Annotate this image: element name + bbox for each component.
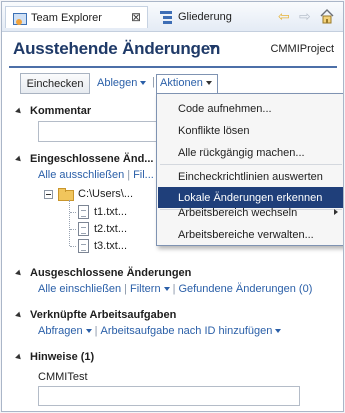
included-links: Alle ausschließen | Fil... bbox=[38, 169, 154, 181]
list-item[interactable]: t1.txt... bbox=[78, 205, 127, 219]
menu-item-label: Eincheckrichtlinien auswerten bbox=[178, 170, 323, 183]
section-notes-header[interactable]: Hinweise (1) bbox=[15, 351, 95, 363]
project-name[interactable]: CMMIProject bbox=[270, 43, 334, 55]
outline-icon bbox=[159, 10, 173, 24]
submenu-arrow-icon bbox=[334, 209, 338, 215]
menu-item-alle-rueckgaengig[interactable]: Alle rückgängig machen... bbox=[158, 142, 343, 163]
chevron-down-icon[interactable] bbox=[275, 329, 282, 334]
collapse-expander-icon[interactable] bbox=[44, 189, 53, 199]
collapse-triangle-icon[interactable] bbox=[15, 155, 23, 163]
menu-item-label: Code aufnehmen... bbox=[178, 102, 272, 115]
collapse-triangle-icon[interactable] bbox=[15, 311, 23, 319]
tree-connector bbox=[70, 246, 76, 247]
back-arrow-icon[interactable]: ⇦ bbox=[278, 9, 290, 23]
menu-item-label: Arbeitsbereich wechseln bbox=[178, 206, 298, 219]
note-input[interactable] bbox=[38, 386, 300, 406]
team-explorer-window: Team Explorer ⊠ Gliederung ⇦ ⇨ Ausstehen… bbox=[1, 1, 344, 412]
section-workitems-header[interactable]: Verknüpfte Arbeitsaufgaben bbox=[15, 309, 177, 321]
include-all-link[interactable]: Alle einschließen bbox=[38, 283, 121, 295]
tab-strip: Team Explorer ⊠ Gliederung ⇦ ⇨ bbox=[2, 2, 343, 32]
file-name: t1.txt... bbox=[94, 206, 128, 218]
menu-item-eincheckrichtlinien[interactable]: Eincheckrichtlinien auswerten bbox=[158, 166, 343, 187]
menu-item-arbeitsbereich-wechseln[interactable]: Arbeitsbereich wechseln bbox=[158, 202, 343, 223]
checkin-button-label: Einchecken bbox=[26, 77, 84, 90]
home-icon[interactable] bbox=[319, 8, 335, 24]
menu-item-label: Konflikte lösen bbox=[178, 124, 250, 137]
menu-item-label: Alle rückgängig machen... bbox=[178, 146, 305, 159]
chevron-down-icon[interactable] bbox=[85, 329, 92, 334]
folder-path: C:\Users\... bbox=[78, 188, 134, 200]
tab-team-explorer-label: Team Explorer bbox=[31, 11, 102, 24]
filter-link[interactable]: Filtern bbox=[130, 283, 161, 295]
actions-menu-label: Aktionen bbox=[160, 77, 203, 89]
section-workitems-title: Verknüpfte Arbeitsaufgaben bbox=[30, 309, 177, 321]
chevron-down-icon[interactable] bbox=[140, 81, 147, 86]
filter-link[interactable]: Fil... bbox=[133, 169, 154, 181]
exclude-all-link[interactable]: Alle ausschließen bbox=[38, 169, 124, 181]
collapse-triangle-icon[interactable] bbox=[15, 107, 23, 115]
collapse-triangle-icon[interactable] bbox=[15, 353, 23, 361]
collapse-triangle-icon[interactable] bbox=[15, 269, 23, 277]
tree-connector bbox=[70, 229, 76, 230]
section-comment-title: Kommentar bbox=[30, 105, 92, 117]
file-name: t2.txt... bbox=[94, 223, 128, 235]
detected-changes-link[interactable]: Gefundene Änderungen (0) bbox=[178, 283, 312, 295]
add-workitem-by-id-link[interactable]: Arbeitsaufgabe nach ID hinzufügen bbox=[101, 325, 273, 337]
menu-separator bbox=[160, 164, 342, 165]
list-item[interactable]: t2.txt... bbox=[78, 222, 127, 236]
section-excluded-title: Ausgeschlossene Änderungen bbox=[30, 267, 192, 279]
actions-menu-button[interactable]: Aktionen bbox=[156, 74, 218, 93]
header-divider bbox=[9, 66, 337, 68]
section-included-title: Eingeschlossene Änd... bbox=[30, 153, 154, 165]
note-field-label: CMMITest bbox=[38, 371, 88, 383]
text-file-icon bbox=[78, 205, 89, 219]
close-icon[interactable]: ⊠ bbox=[131, 10, 141, 24]
tab-team-explorer[interactable]: Team Explorer ⊠ bbox=[5, 6, 148, 28]
menu-item-arbeitsbereiche-verwalten[interactable]: Arbeitsbereiche verwalten... bbox=[158, 224, 343, 245]
section-comment-header[interactable]: Kommentar bbox=[15, 105, 92, 117]
list-item[interactable]: t3.txt... bbox=[78, 239, 127, 253]
section-notes-title: Hinweise (1) bbox=[30, 351, 95, 363]
shelve-link[interactable]: Ablegen bbox=[97, 77, 147, 89]
excluded-links: Alle einschließen | Filtern | Gefundene Ände… bbox=[38, 283, 313, 295]
section-included-header[interactable]: Eingeschlossene Änd... bbox=[15, 153, 154, 165]
chevron-down-icon[interactable] bbox=[209, 45, 217, 50]
workitem-links: Abfragen | Arbeitsaufgabe nach ID hinzufüg… bbox=[38, 325, 282, 337]
menu-item-code-aufnehmen[interactable]: Code aufnehmen... bbox=[158, 98, 343, 119]
tab-gliederung[interactable]: Gliederung bbox=[153, 6, 238, 28]
file-name: t3.txt... bbox=[94, 240, 128, 252]
tree-connector bbox=[70, 212, 76, 213]
tree-folder-row[interactable]: C:\Users\... bbox=[44, 188, 134, 201]
menu-item-label: Arbeitsbereiche verwalten... bbox=[178, 228, 314, 241]
text-file-icon bbox=[78, 239, 89, 253]
forward-arrow-icon[interactable]: ⇨ bbox=[299, 9, 311, 23]
chevron-down-icon bbox=[205, 81, 212, 86]
menu-item-konflikte-loesen[interactable]: Konflikte lösen bbox=[158, 120, 343, 141]
folder-open-icon bbox=[58, 188, 74, 201]
page-header: Ausstehende Änderungen CMMIProject bbox=[9, 38, 337, 68]
chevron-down-icon[interactable] bbox=[163, 287, 170, 292]
checkin-button[interactable]: Einchecken bbox=[20, 73, 90, 94]
actions-dropdown-menu: Code aufnehmen... Konflikte lösen Alle r… bbox=[156, 93, 343, 246]
shelve-link-label: Ablegen bbox=[97, 77, 138, 89]
text-file-icon bbox=[78, 222, 89, 236]
tree-connector bbox=[69, 200, 70, 246]
team-explorer-icon bbox=[12, 11, 27, 25]
page-title[interactable]: Ausstehende Änderungen bbox=[13, 39, 220, 59]
tab-gliederung-label: Gliederung bbox=[178, 11, 232, 23]
toolbar-separator: | bbox=[152, 76, 155, 88]
section-excluded-header[interactable]: Ausgeschlossene Änderungen bbox=[15, 267, 192, 279]
query-link[interactable]: Abfragen bbox=[38, 325, 83, 337]
